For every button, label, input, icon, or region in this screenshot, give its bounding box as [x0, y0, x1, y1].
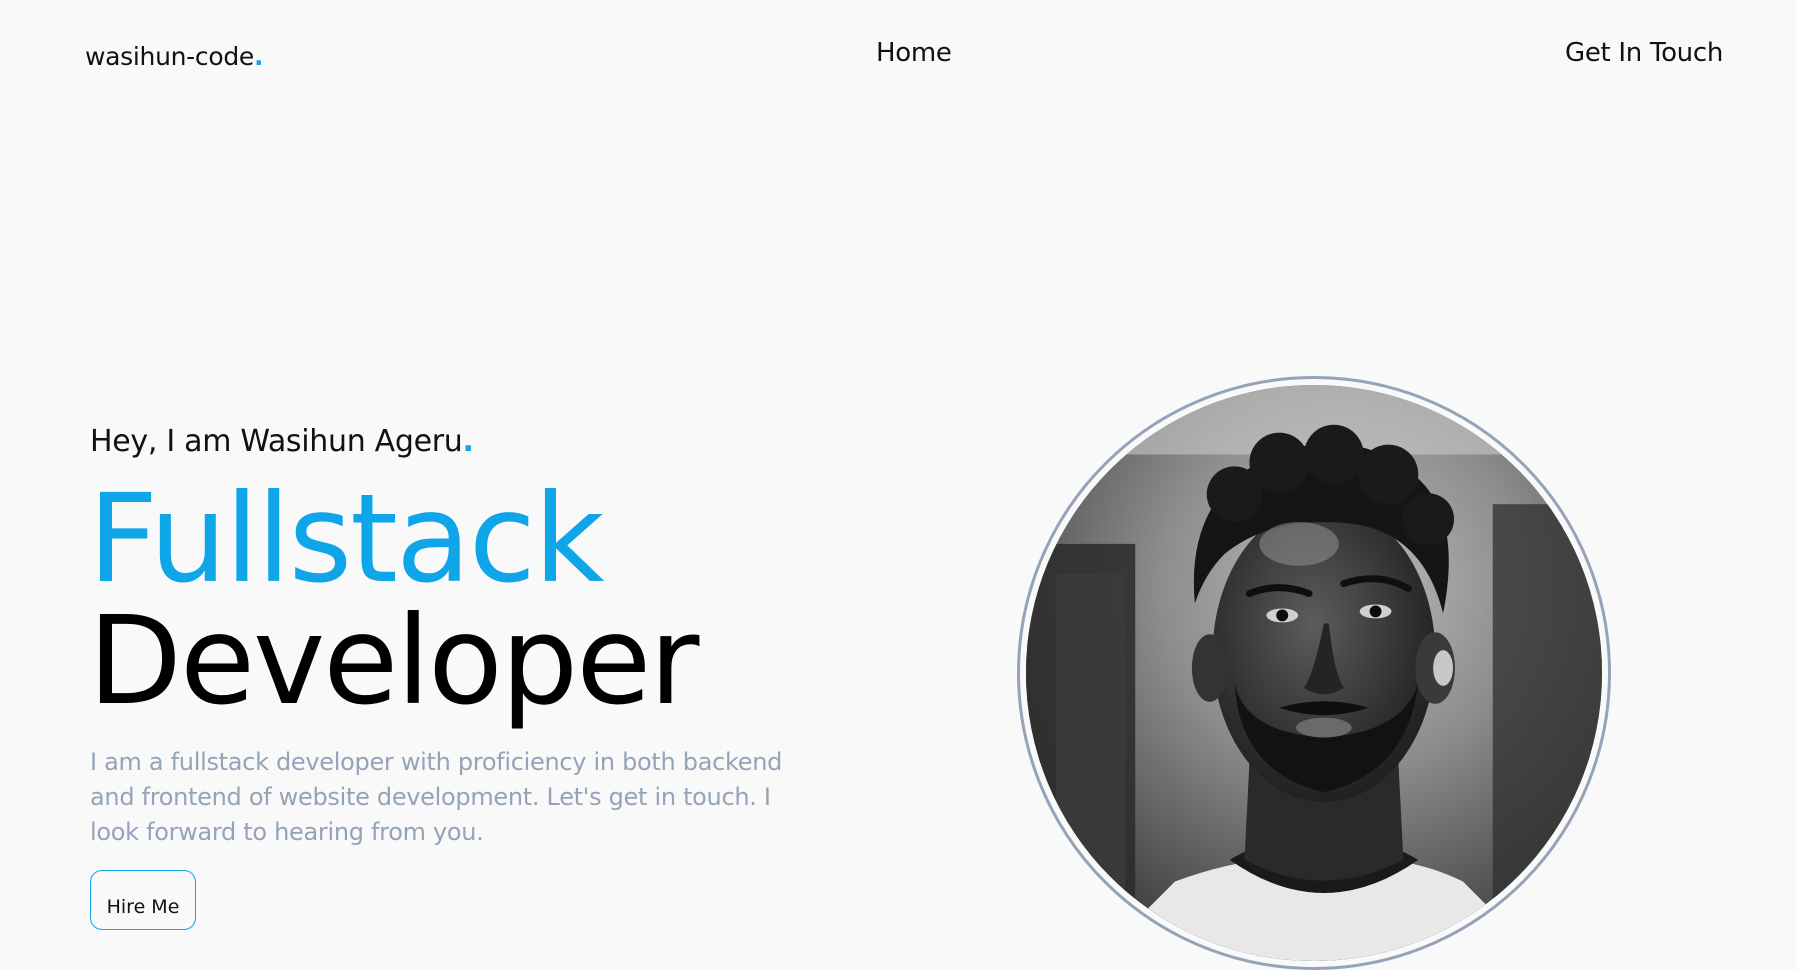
hero-greeting: Hey, I am Wasihun Ageru. [90, 424, 474, 459]
headline-developer: Developer [88, 590, 699, 732]
hero-section: Hey, I am Wasihun Ageru. Fullstack Devel… [0, 0, 1796, 970]
hero-bio: I am a fullstack developer with proficie… [90, 748, 783, 846]
profile-photo [1026, 385, 1602, 961]
hire-me-button[interactable]: Hire Me [90, 870, 196, 930]
greeting-dot: . [462, 424, 474, 459]
profile-photo-frame [1017, 376, 1611, 970]
greeting-text: Hey, I am Wasihun Ageru [90, 424, 463, 459]
profile-photo-illustration [1026, 385, 1602, 961]
headline-fullstack: Fullstack [88, 468, 604, 610]
